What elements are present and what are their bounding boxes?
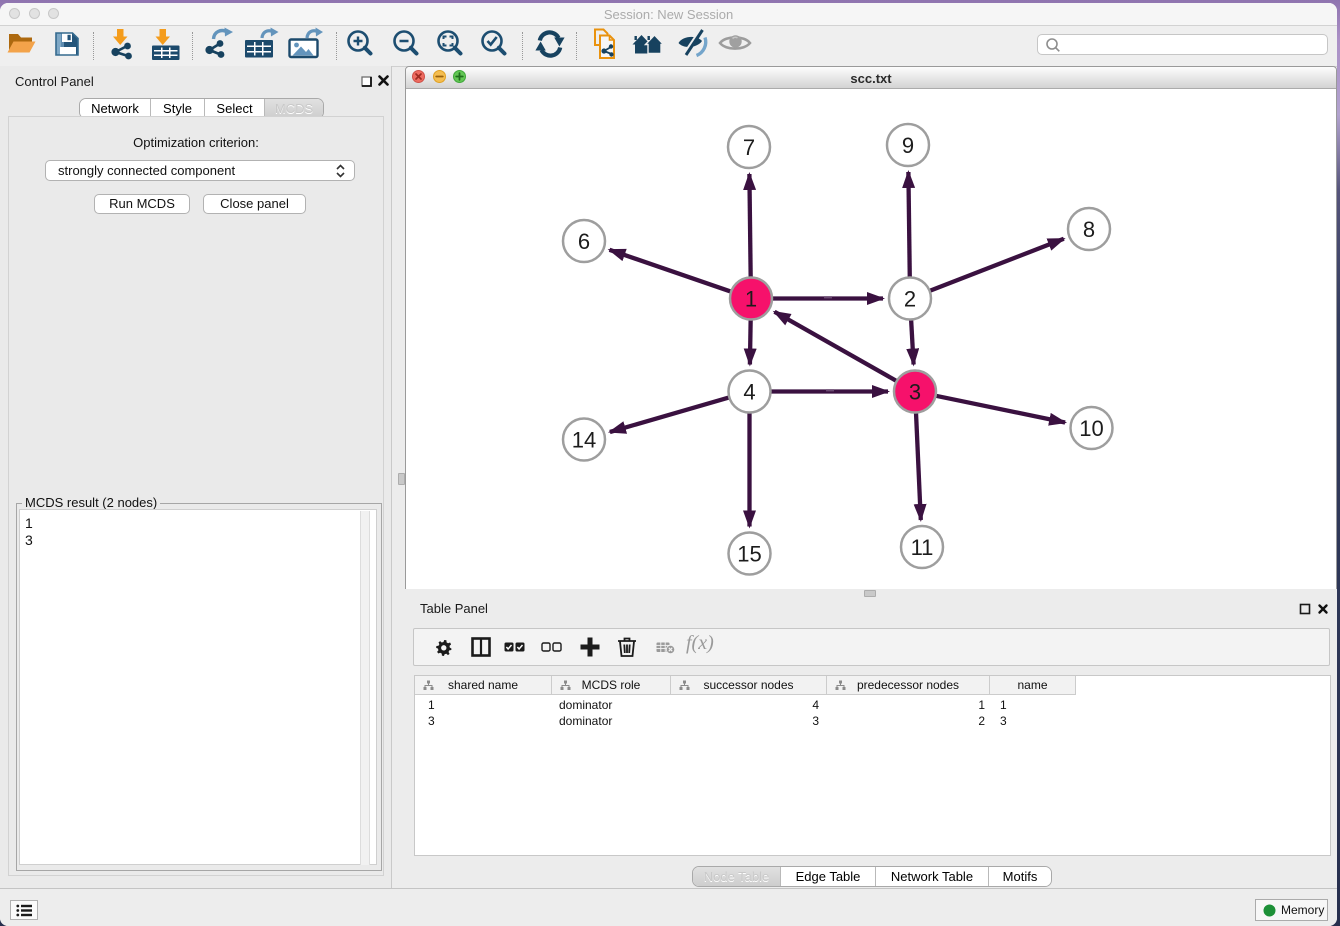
svg-text:11: 11	[911, 535, 934, 560]
svg-text:1: 1	[745, 287, 757, 312]
svg-text:2: 2	[904, 287, 916, 312]
svg-text:4: 4	[743, 380, 755, 405]
svg-text:6: 6	[578, 229, 590, 254]
svg-text:8: 8	[1083, 217, 1095, 242]
svg-text:7: 7	[743, 135, 755, 160]
svg-text:10: 10	[1079, 416, 1103, 441]
svg-text:9: 9	[902, 133, 914, 158]
svg-text:3: 3	[909, 380, 921, 405]
svg-text:15: 15	[737, 542, 761, 567]
svg-text:14: 14	[572, 428, 596, 453]
